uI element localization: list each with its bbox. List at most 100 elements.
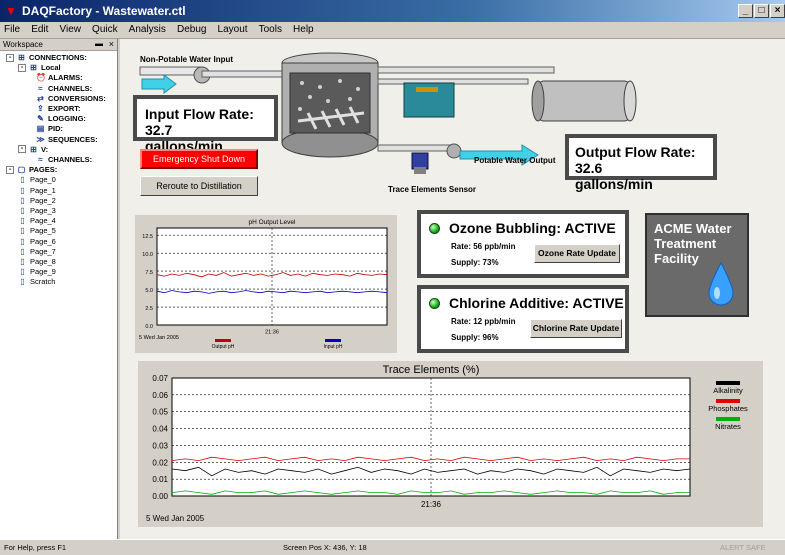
folder-icon: ✎ (37, 114, 44, 124)
y-tick-label: 5.0 (145, 288, 153, 294)
tree-item-label: Page_0 (30, 175, 56, 185)
close-icon[interactable]: × (109, 39, 114, 49)
ozone-panel: Ozone Bubbling: ACTIVE Rate: 56 ppb/min … (417, 210, 629, 278)
tree-item[interactable]: - ⊞ CONNECTIONS: (6, 53, 87, 62)
top-pipe (377, 66, 555, 74)
tree-expander-icon[interactable]: - (6, 165, 14, 174)
tree-item-label: Page_7 (30, 246, 56, 256)
chlorine-panel: Chlorine Additive: ACTIVE Rate: 12 ppb/m… (417, 285, 629, 353)
input-pipe-2 (201, 70, 288, 78)
x-tick-label: 21:36 (421, 500, 442, 509)
tree-item[interactable]: ⏰ ALARMS: (36, 73, 83, 82)
menu-tools[interactable]: Tools (255, 22, 286, 35)
minimize-button[interactable]: _ (738, 4, 753, 18)
y-tick-label: 0.03 (152, 441, 168, 450)
page-icon: ▯ (20, 185, 25, 195)
menu-file[interactable]: File (0, 22, 24, 35)
tree-item[interactable]: - ⊞ V: (18, 145, 48, 154)
folder-icon: ≈ (38, 155, 43, 164)
input-pipe (139, 66, 203, 76)
ozone-rate-update-button[interactable]: Ozone Rate Update (534, 244, 620, 263)
tree-item[interactable]: ▯ Page_5 (18, 226, 56, 235)
input-flow-display: Input Flow Rate: 32.7 gallons/min (133, 95, 278, 154)
tree-item[interactable]: ▯ Scratch (18, 277, 55, 286)
y-tick-label: 0.0 (145, 324, 153, 330)
acme-facility-label: ACME Water Treatment Facility (645, 213, 749, 317)
menu-quick[interactable]: Quick (88, 22, 122, 35)
legend-label: Input pH (324, 344, 343, 350)
menu-view[interactable]: View (55, 22, 85, 35)
chlorine-rate-update-button[interactable]: Chlorine Rate Update (530, 319, 622, 338)
tree-item[interactable]: ⇪ EXPORT: (36, 104, 80, 113)
window-title: DAQFactory - Wastewater.ctl (22, 4, 186, 18)
emergency-shutdown-button[interactable]: Emergency Shut Down (140, 149, 258, 169)
menu-layout[interactable]: Layout (214, 22, 252, 35)
tree-item[interactable]: ▯ Page_1 (18, 186, 56, 195)
tree-item-label: PAGES: (29, 165, 58, 175)
page-icon: ▯ (20, 267, 25, 277)
tree-item-label: Page_2 (30, 195, 56, 205)
tree-item[interactable]: ▯ Page_4 (18, 216, 56, 225)
workspace-panel: Workspace ▬ × - ⊞ CONNECTIONS: - ⊞ Local ⏰ ALAR… (0, 39, 118, 539)
y-tick-label: 0.00 (152, 492, 168, 501)
close-button[interactable]: × (770, 4, 785, 18)
tree-item[interactable]: ▤ PID: (36, 124, 63, 133)
legend-swatch (716, 417, 740, 421)
menu-debug[interactable]: Debug (173, 22, 210, 35)
water-drop-icon (708, 261, 734, 306)
page-icon: ▯ (20, 206, 25, 215)
tree-item-label: PID: (48, 124, 63, 134)
status-help: For Help, press F1 (4, 543, 67, 552)
page-icon: ▯ (20, 216, 25, 226)
ozone-title: Ozone Bubbling: ACTIVE (449, 220, 616, 236)
pin-icon[interactable]: ▬ (95, 39, 103, 48)
reroute-button[interactable]: Reroute to Distillation (140, 176, 258, 196)
tree-item[interactable]: ▯ Page_9 (18, 267, 56, 276)
tree-item[interactable]: ▯ Page_3 (18, 206, 56, 215)
tree-item[interactable]: ⇄ CONVERSIONS: (36, 94, 106, 103)
menu-edit[interactable]: Edit (27, 22, 52, 35)
tree-item[interactable]: ≫ SEQUENCES: (36, 135, 97, 144)
y-tick-label: 0.04 (152, 425, 168, 434)
input-arrow-icon (141, 74, 177, 94)
chlorine-status-led (429, 298, 440, 309)
folder-icon: ▢ (17, 165, 26, 175)
tree-item[interactable]: ▯ Page_0 (18, 175, 56, 184)
tree-item[interactable]: ▯ Page_2 (18, 196, 56, 205)
y-tick-label: 0.01 (152, 475, 168, 484)
tree-item[interactable]: ▯ Page_6 (18, 237, 56, 246)
output-valve (446, 143, 462, 159)
page-icon: ▯ (20, 226, 25, 236)
ozone-supply: Supply: 73% (451, 258, 499, 267)
legend-label: Output pH (212, 344, 235, 350)
tree-item[interactable]: - ▢ PAGES: (6, 165, 57, 174)
tree-expander-icon[interactable]: - (18, 63, 26, 72)
tree-item-label: Local (41, 63, 61, 73)
sensor-icon (411, 152, 429, 170)
y-tick-label: 0.05 (152, 408, 168, 417)
page-canvas: Non-Potable Water Input Potable Water Ou… (120, 39, 785, 539)
menu-help[interactable]: Help (289, 22, 318, 35)
status-alert: ALERT (720, 543, 745, 552)
tree-item[interactable]: ▯ Page_8 (18, 257, 56, 266)
y-tick-label: 2.5 (145, 306, 153, 312)
tree-item-label: ALARMS: (48, 73, 83, 83)
folder-icon: ⊞ (18, 53, 25, 62)
tree-item[interactable]: ≈ CHANNELS: (36, 84, 92, 93)
potable-label: Potable Water Output (474, 156, 556, 165)
legend-label: Alkalinity (713, 386, 743, 395)
status-screen-pos: Screen Pos X: 436, Y: 18 (283, 543, 367, 552)
menu-analysis[interactable]: Analysis (125, 22, 170, 35)
maximize-button[interactable]: □ (754, 4, 769, 18)
tree-expander-icon[interactable]: - (18, 145, 26, 154)
ozone-generator-label (416, 87, 438, 92)
trace-elements-chart: 0.00 0.01 0.02 0.03 0.04 0.05 0.06 0.07 21:36 Tra… (138, 361, 763, 527)
status-bar: For Help, press F1 Screen Pos X: 436, Y:… (0, 539, 785, 555)
tree-item[interactable]: ✎ LOGGING: (36, 114, 86, 123)
tree-expander-icon[interactable]: - (6, 53, 14, 62)
tree-item[interactable]: ▯ Page_7 (18, 247, 56, 256)
tree-item[interactable]: ≈ CHANNELS: (36, 155, 92, 164)
tree-item[interactable]: - ⊞ Local (18, 63, 61, 72)
ph-chart-svg: 0.0 2.5 5.0 7.5 10.0 12.5 21:36 pH Output Level… (139, 219, 388, 350)
tree-item-label: V: (41, 144, 49, 154)
